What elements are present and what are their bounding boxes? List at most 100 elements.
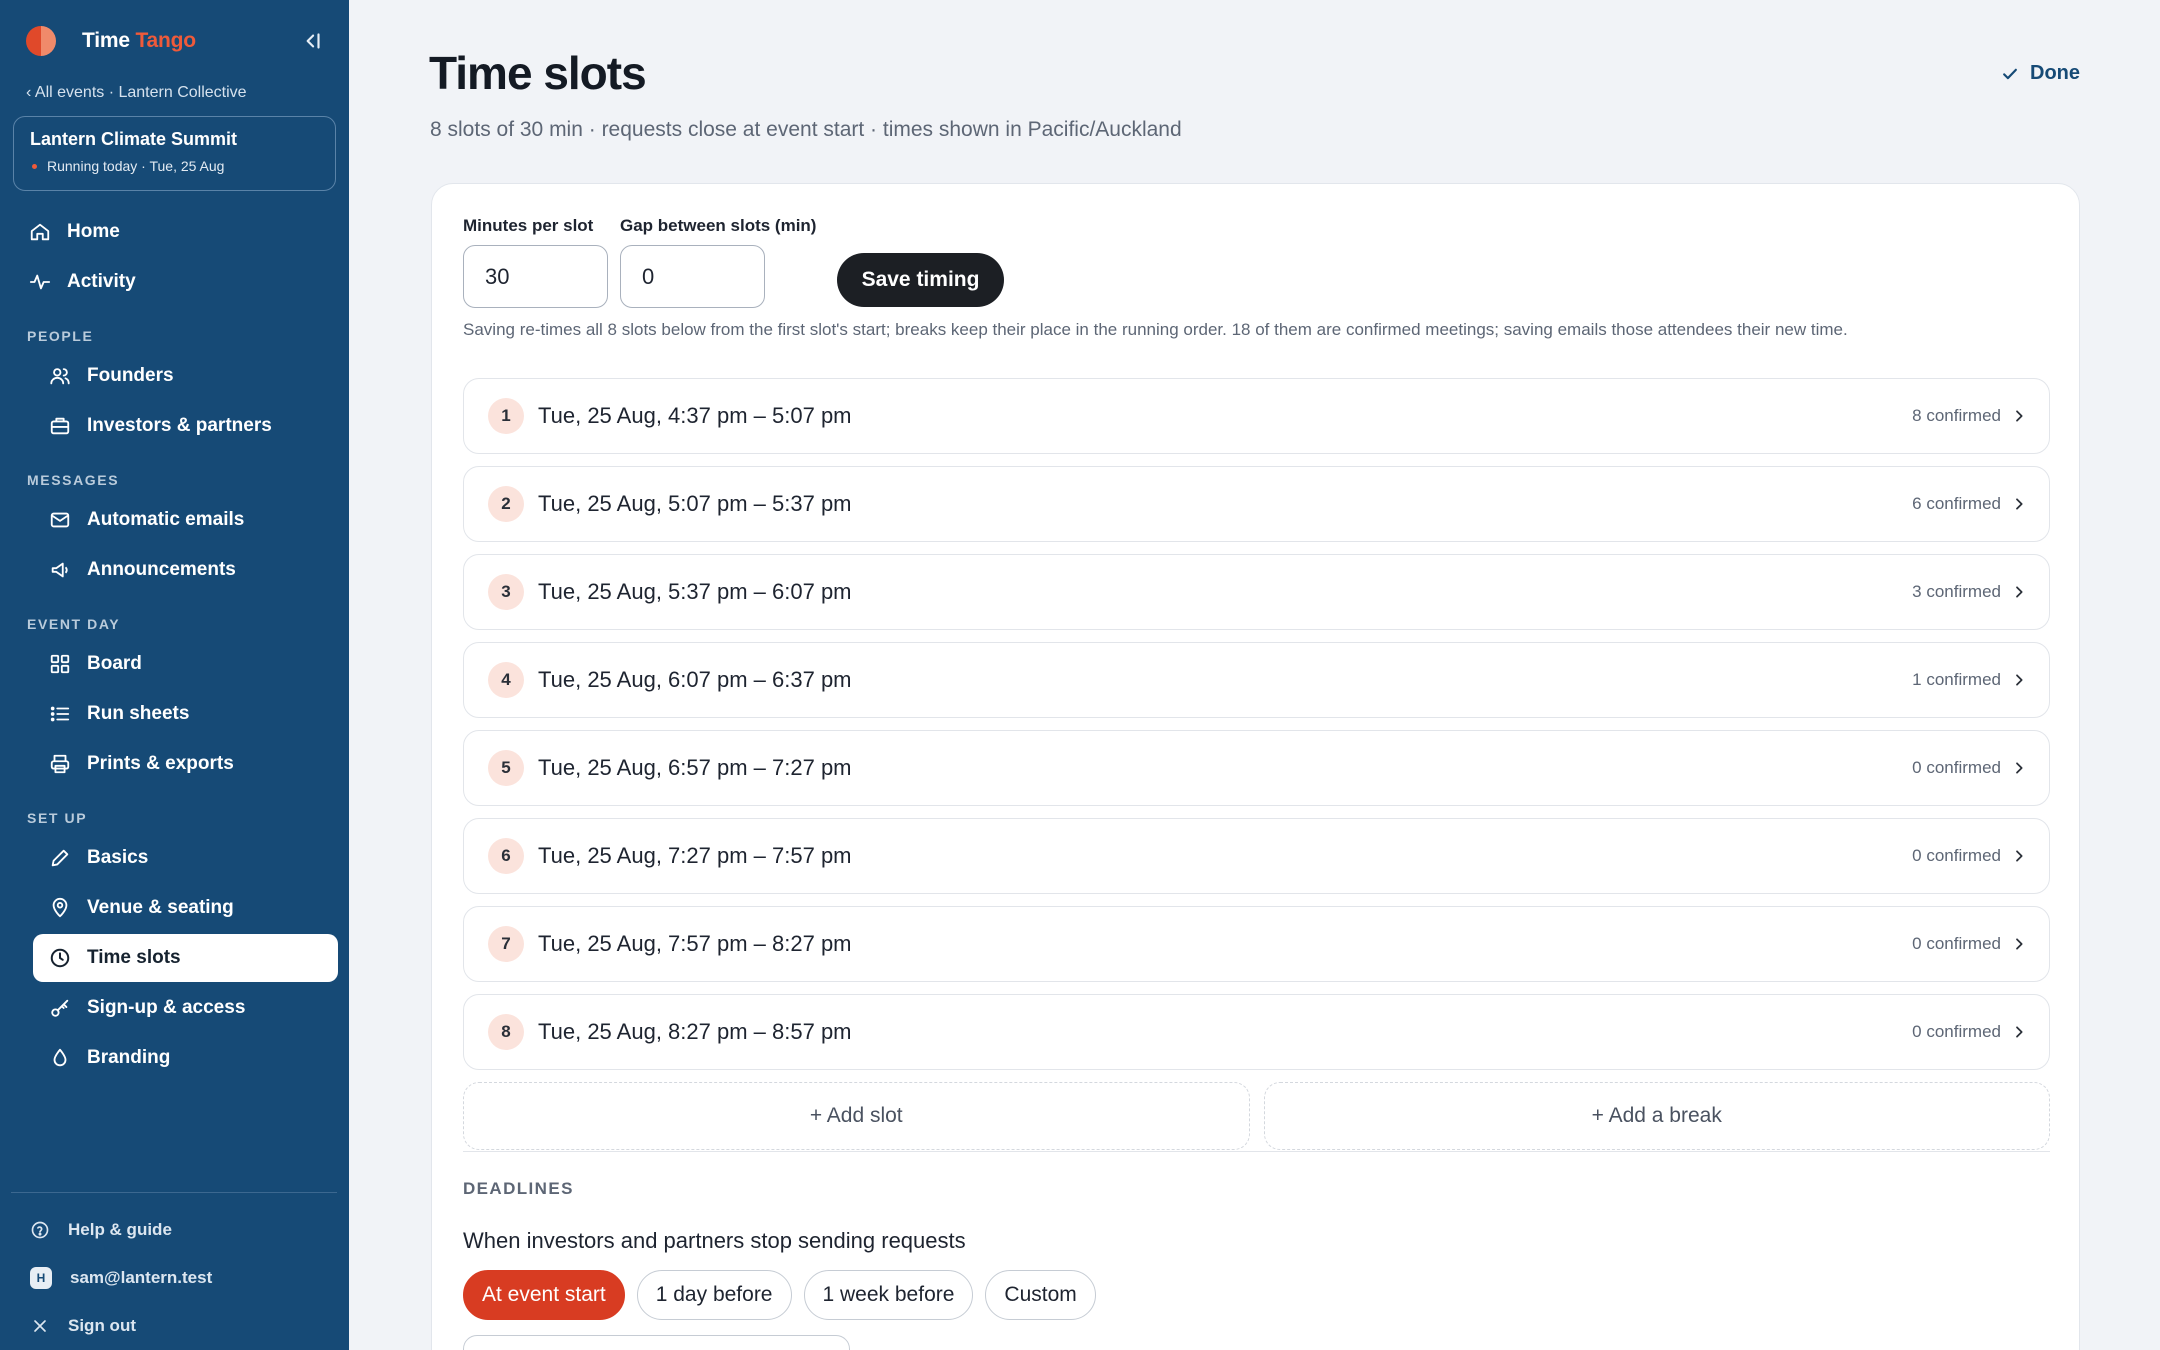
save-timing-button[interactable]: Save timing (837, 253, 1004, 307)
done-button[interactable]: Done (2000, 62, 2080, 85)
deadline-option-at-event-start[interactable]: At event start (463, 1270, 625, 1320)
slot-time: Tue, 25 Aug, 5:07 pm – 5:37 pm (538, 491, 852, 516)
slot-number: 2 (488, 486, 524, 522)
sidebar-item-run-sheets[interactable]: Run sheets (33, 690, 338, 738)
event-switcher[interactable]: Lantern Climate Summit Running today · T… (13, 116, 336, 191)
sidebar-item-label: Venue & seating (87, 897, 234, 918)
collapse-sidebar-icon[interactable] (299, 28, 325, 54)
slot-row[interactable]: 5 Tue, 25 Aug, 6:57 pm – 7:27 pm 0 confi… (463, 730, 2050, 806)
slot-row[interactable]: 8 Tue, 25 Aug, 8:27 pm – 8:57 pm 0 confi… (463, 994, 2050, 1070)
sidebar-item-automatic-emails[interactable]: Automatic emails (33, 496, 338, 544)
sidebar-item-branding[interactable]: Branding (33, 1034, 338, 1082)
pencil-icon (51, 849, 69, 867)
gap-between-slots-label: Gap between slots (min) (620, 216, 817, 235)
brand-name: Time Tango (82, 29, 196, 53)
sidebar-item-announcements[interactable]: Announcements (33, 546, 338, 594)
slot-row[interactable]: 1 Tue, 25 Aug, 4:37 pm – 5:07 pm 8 confi… (463, 378, 2050, 454)
printer-icon (50, 754, 70, 774)
sidebar-item-home[interactable]: Home (11, 208, 338, 256)
section-label-set-up: SET UP (27, 810, 88, 826)
timing-help-text: Saving re-times all 8 slots below from t… (463, 320, 1848, 339)
sidebar-footer: Help & guide H sam@lantern.test Sign out (0, 1206, 349, 1350)
grid-icon (50, 654, 70, 674)
deadline-option-custom[interactable]: Custom (985, 1270, 1096, 1320)
gap-between-slots-input[interactable] (620, 245, 765, 308)
chevron-right-icon (2016, 1026, 2023, 1038)
slot-row[interactable]: 2 Tue, 25 Aug, 5:07 pm – 5:37 pm 6 confi… (463, 466, 2050, 542)
deadline-option-1-week-before[interactable]: 1 week before (803, 1270, 974, 1320)
slot-row[interactable]: 4 Tue, 25 Aug, 6:07 pm – 6:37 pm 1 confi… (463, 642, 2050, 718)
sidebar-item-basics[interactable]: Basics (33, 834, 338, 882)
slot-confirmed-count: 6 confirmed (1912, 494, 2001, 513)
sidebar-item-label: Run sheets (87, 703, 190, 724)
section-label-messages: MESSAGES (27, 472, 120, 488)
deadline-option-1-day-before[interactable]: 1 day before (636, 1270, 792, 1320)
sidebar-item-label: Investors & partners (87, 415, 272, 436)
custom-deadline-field[interactable] (463, 1335, 850, 1350)
add-break-button[interactable]: + Add a break (1263, 1082, 2050, 1150)
help-circle-icon (31, 1221, 49, 1239)
sidebar-item-investors[interactable]: Investors & partners (33, 402, 338, 450)
add-slot-button[interactable]: + Add slot (463, 1082, 1250, 1150)
slot-time: Tue, 25 Aug, 6:57 pm – 7:27 pm (538, 755, 852, 780)
slot-time: Tue, 25 Aug, 6:07 pm – 6:37 pm (538, 667, 852, 692)
check-icon (2003, 68, 2017, 79)
slot-number: 7 (488, 926, 524, 962)
event-name: Lantern Climate Summit (30, 129, 238, 149)
slot-number: 6 (488, 838, 524, 874)
back-to-events-link[interactable]: ‹ All events · Lantern Collective (26, 84, 247, 102)
sidebar-item-prints-exports[interactable]: Prints & exports (33, 740, 338, 788)
help-guide-link[interactable]: Help & guide (0, 1206, 349, 1254)
activity-icon (29, 274, 51, 290)
slot-row[interactable]: 7 Tue, 25 Aug, 7:57 pm – 8:27 pm 0 confi… (463, 906, 2050, 982)
add-actions: + Add slot + Add a break (463, 1082, 2050, 1150)
slot-confirmed-count: 0 confirmed (1912, 758, 2001, 777)
sidebar-item-board[interactable]: Board (33, 640, 338, 688)
event-status: Running today · Tue, 25 Aug (30, 158, 319, 174)
slot-confirmed-count: 8 confirmed (1912, 406, 2001, 425)
done-label: Done (2030, 62, 2080, 84)
deadline-options: At event start 1 day before 1 week befor… (463, 1270, 1096, 1320)
slot-time: Tue, 25 Aug, 7:57 pm – 8:27 pm (538, 931, 852, 956)
slot-time: Tue, 25 Aug, 7:27 pm – 7:57 pm (538, 843, 852, 868)
slot-time: Tue, 25 Aug, 4:37 pm – 5:07 pm (538, 403, 852, 428)
sidebar-item-label: Sign-up & access (87, 997, 246, 1018)
sidebar-item-time-slots[interactable]: Time slots (33, 934, 338, 982)
sign-out-button[interactable]: Sign out (0, 1302, 349, 1350)
slot-row[interactable]: 3 Tue, 25 Aug, 5:37 pm – 6:07 pm 3 confi… (463, 554, 2050, 630)
sidebar-item-venue-seating[interactable]: Venue & seating (33, 884, 338, 932)
sign-out-label: Sign out (68, 1316, 136, 1335)
clock-icon (50, 948, 70, 968)
megaphone-icon (51, 562, 68, 578)
sidebar-item-label: Basics (87, 847, 149, 868)
slot-list: 1 Tue, 25 Aug, 4:37 pm – 5:07 pm 8 confi… (463, 378, 2050, 1082)
slot-number: 8 (488, 1014, 524, 1050)
event-status-text: Running today · Tue, 25 Aug (47, 158, 225, 174)
droplet-icon (53, 1048, 67, 1067)
logo-icon (26, 26, 56, 56)
brand[interactable]: Time Tango (26, 26, 196, 56)
slot-row[interactable]: 6 Tue, 25 Aug, 7:27 pm – 7:57 pm 0 confi… (463, 818, 2050, 894)
mail-icon (50, 512, 70, 528)
page-title: Time slots (429, 47, 647, 99)
user-account[interactable]: H sam@lantern.test (0, 1254, 349, 1302)
brand-name-primary: Time (82, 29, 130, 52)
sidebar-item-label: Board (87, 653, 142, 674)
chevron-right-icon (2016, 938, 2023, 950)
minutes-per-slot-label: Minutes per slot (463, 216, 594, 235)
minutes-per-slot-input[interactable] (463, 245, 608, 308)
section-label-event-day: EVENT DAY (27, 616, 121, 632)
sidebar-item-activity[interactable]: Activity (11, 258, 338, 306)
help-guide-label: Help & guide (68, 1220, 172, 1239)
key-icon (51, 999, 69, 1017)
sidebar-item-founders[interactable]: Founders (33, 352, 338, 400)
sidebar-item-signup-access[interactable]: Sign-up & access (33, 984, 338, 1032)
slot-time: Tue, 25 Aug, 5:37 pm – 6:07 pm (538, 579, 852, 604)
user-email: sam@lantern.test (70, 1268, 213, 1287)
chevron-right-icon (2016, 850, 2023, 862)
sidebar-item-label: Announcements (87, 559, 236, 580)
map-pin-icon (52, 897, 68, 918)
slot-confirmed-count: 3 confirmed (1912, 582, 2001, 601)
chevron-right-icon (2016, 586, 2023, 598)
chevron-right-icon (2016, 762, 2023, 774)
